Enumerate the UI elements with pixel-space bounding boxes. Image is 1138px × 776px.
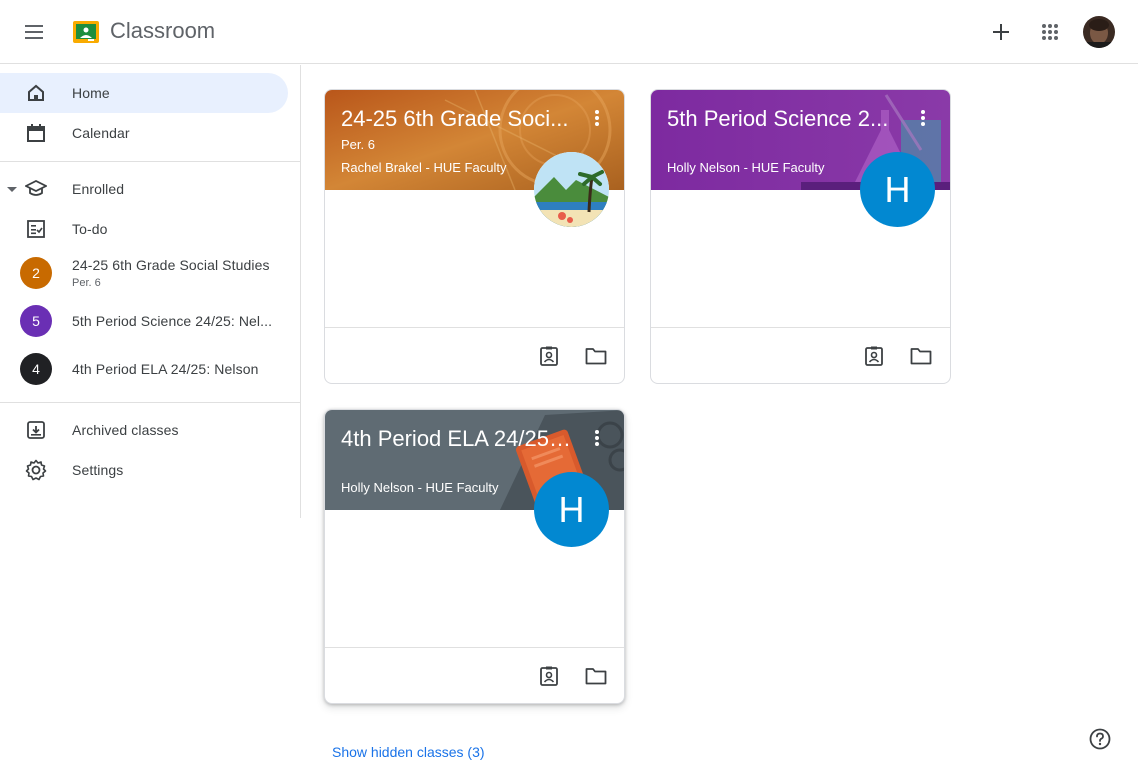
- calendar-icon: [24, 121, 48, 145]
- apps-grid-icon[interactable]: [1030, 12, 1070, 52]
- sidebar-item-label: 24-25 6th Grade Social Studies: [72, 257, 270, 273]
- help-circle-icon[interactable]: [1086, 725, 1114, 753]
- sidebar-item-label: Enrolled: [72, 181, 125, 197]
- sidebar-item-label: 5th Period Science 24/25: Nel...: [72, 313, 273, 329]
- home-icon: [24, 81, 48, 105]
- class-title[interactable]: 24-25 6th Grade Soci...: [341, 106, 571, 132]
- sidebar-item-home[interactable]: Home: [0, 73, 288, 113]
- card-footer: [651, 327, 950, 383]
- folder-icon[interactable]: [905, 340, 937, 372]
- divider: [0, 402, 300, 403]
- teacher-photo: [534, 152, 609, 227]
- plus-icon[interactable]: [981, 12, 1021, 52]
- caret-down-icon[interactable]: [7, 187, 17, 192]
- card-footer: [325, 647, 624, 703]
- sidebar-item-label: Settings: [72, 462, 124, 478]
- class-badge: 2: [20, 257, 52, 289]
- class-section: Per. 6: [341, 137, 375, 152]
- class-title[interactable]: 5th Period Science 2...: [667, 106, 897, 132]
- assignment-ind-icon[interactable]: [533, 340, 565, 372]
- sidebar-item-label: Calendar: [72, 125, 130, 141]
- sidebar-item-class[interactable]: 2 24-25 6th Grade Social Studies Per. 6: [0, 249, 288, 297]
- more-vert-icon[interactable]: [585, 426, 609, 450]
- sidebar-item-class[interactable]: 4 4th Period ELA 24/25: Nelson: [0, 349, 288, 389]
- teacher-name[interactable]: Rachel Brakel - HUE Faculty: [341, 160, 506, 175]
- class-card[interactable]: 4th Period ELA 24/25:... Holly Nelson - …: [324, 409, 625, 704]
- sidebar-item-class[interactable]: 5 5th Period Science 24/25: Nel...: [0, 301, 288, 341]
- top-app-bar: Classroom: [0, 0, 1138, 64]
- assignment-ind-icon[interactable]: [533, 660, 565, 692]
- sidebar-item-label: Archived classes: [72, 422, 179, 438]
- sidebar-item-archived[interactable]: Archived classes: [0, 410, 288, 450]
- folder-icon[interactable]: [580, 660, 612, 692]
- class-card[interactable]: 24-25 6th Grade Soci... Per. 6 Rachel Br…: [324, 89, 625, 384]
- show-hidden-classes-link[interactable]: Show hidden classes (3): [332, 744, 485, 760]
- navigation-drawer: Home Calendar Enrolled To-do 2 24-25 6th…: [0, 65, 301, 518]
- class-title[interactable]: 4th Period ELA 24/25:...: [341, 426, 571, 452]
- sidebar-item-sublabel: Per. 6: [72, 277, 101, 289]
- teacher-avatar: H: [860, 152, 935, 227]
- teacher-name[interactable]: Holly Nelson - HUE Faculty: [341, 480, 499, 495]
- more-vert-icon[interactable]: [911, 106, 935, 130]
- sidebar-item-label: Home: [72, 85, 110, 101]
- hamburger-menu-icon[interactable]: [15, 12, 55, 52]
- classroom-logo[interactable]: [73, 21, 99, 43]
- more-vert-icon[interactable]: [585, 106, 609, 130]
- sidebar-item-enrolled[interactable]: Enrolled: [0, 169, 288, 209]
- archive-icon: [24, 418, 48, 442]
- sidebar-item-label: To-do: [72, 221, 108, 237]
- card-footer: [325, 327, 624, 383]
- folder-icon[interactable]: [580, 340, 612, 372]
- assignment-ind-icon[interactable]: [858, 340, 890, 372]
- graduation-cap-icon: [24, 177, 48, 201]
- class-badge: 4: [20, 353, 52, 385]
- sidebar-item-todo[interactable]: To-do: [0, 209, 288, 249]
- gear-icon: [24, 458, 48, 482]
- teacher-name[interactable]: Holly Nelson - HUE Faculty: [667, 160, 825, 175]
- sidebar-item-label: 4th Period ELA 24/25: Nelson: [72, 361, 259, 377]
- sidebar-item-calendar[interactable]: Calendar: [0, 113, 288, 153]
- sidebar-item-settings[interactable]: Settings: [0, 450, 288, 490]
- class-badge: 5: [20, 305, 52, 337]
- teacher-avatar: H: [534, 472, 609, 547]
- class-card[interactable]: 5th Period Science 2... Holly Nelson - H…: [650, 89, 951, 384]
- account-avatar[interactable]: [1083, 16, 1115, 48]
- app-title[interactable]: Classroom: [110, 18, 215, 44]
- divider: [0, 161, 300, 162]
- todo-list-icon: [24, 217, 48, 241]
